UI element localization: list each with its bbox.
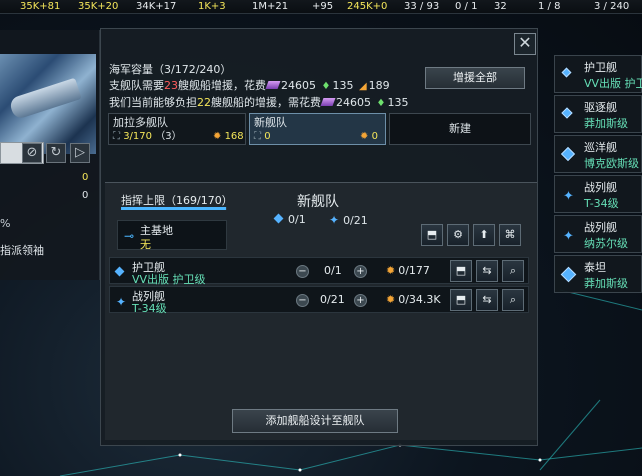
change-design-icon[interactable]: ⇆ <box>476 260 498 282</box>
ship-portrait <box>0 54 96 154</box>
percent-label: % <box>0 217 11 230</box>
design-list-item[interactable]: ✦ 战列舰 T-34级 <box>554 175 642 213</box>
design-list-item[interactable]: ✦ 战列舰 纳苏尔级 <box>554 215 642 253</box>
design-list-item[interactable]: 泰坦 莽加斯级 <box>554 255 642 293</box>
energy-icon: ♦ <box>376 98 386 109</box>
increase-button[interactable]: + <box>354 294 367 307</box>
design-row-battleship: ✦ 战列舰 T-34级 − 0/21 + ✹ 0/34.3K ⬒ ⇆ ⌕ <box>109 286 529 315</box>
design-list-item[interactable]: 护卫舰 VV出版 护卫 <box>554 55 642 93</box>
home-base-selector[interactable]: ⊸ 主基地 无 <box>117 220 227 251</box>
design-list-item[interactable]: 巡洋舰 博克欧斯级 <box>554 135 642 173</box>
move-icon[interactable]: ▷ <box>70 143 90 163</box>
resource-minerals[interactable]: 35K+20 <box>78 1 118 13</box>
view-design-icon[interactable]: ⌕ <box>502 289 524 311</box>
influence-icon: ◢ <box>358 81 367 92</box>
ship-count: 0 <box>82 172 89 183</box>
decrease-button[interactable]: − <box>296 294 309 307</box>
add-design-button[interactable]: 添加舰船设计至舰队 <box>232 409 398 433</box>
fleet-manager-window: ✕ 海军容量（3/172/240） 支舰队需要23艘舰船增援，花费 24605 ♦… <box>100 28 538 446</box>
reinforce-all-button[interactable]: 增援全部 <box>425 67 525 89</box>
resource-food[interactable]: 34K+17 <box>136 1 176 13</box>
command-limit-bar <box>121 207 227 210</box>
fleet-template-icon[interactable]: ⌘ <box>499 224 521 246</box>
affordable-line: 我们当前能够负担22艘舰船的增援，需花费 24605 ♦ 135 <box>109 95 519 112</box>
resource-planets[interactable]: 32 <box>494 1 507 13</box>
energy-icon: ♦ <box>321 81 331 92</box>
battleship-class-icon: ✦ <box>116 295 127 309</box>
command-limit: 指挥上限（169/170） <box>121 194 233 207</box>
ship-zero: 0 <box>82 190 89 201</box>
alloys-icon <box>265 81 281 89</box>
escort-class-icon <box>114 266 125 279</box>
upgrade-fleet-icon[interactable]: ⬒ <box>421 224 443 246</box>
new-fleet-button[interactable]: 新建 <box>389 113 531 145</box>
resource-consumer-goods[interactable]: 1K+3 <box>198 1 226 13</box>
reset-icon[interactable]: ↻ <box>46 143 66 163</box>
resource-pops[interactable]: 3 / 240 <box>594 1 629 13</box>
resource-alloys[interactable]: 1M+21 <box>252 1 288 13</box>
design-row-escort: 护卫舰 VV出版 护卫级 − 0/1 + ✹ 0/177 ⬒ ⇆ ⌕ <box>109 257 529 286</box>
assign-leader-button[interactable]: 指派领袖 <box>0 242 44 258</box>
view-design-icon[interactable]: ⌕ <box>502 260 524 282</box>
fleet-info-panel: ⊘ ↻ ▷ 0 0 % 指派领袖 <box>0 30 100 280</box>
increase-button[interactable]: + <box>354 265 367 278</box>
upgrade-design-icon[interactable]: ⬒ <box>450 289 472 311</box>
resource-unity[interactable]: 245K+0 <box>347 1 387 13</box>
upload-design-icon[interactable]: ⬆ <box>473 224 495 246</box>
auto-design-icon[interactable]: ⚙ <box>447 224 469 246</box>
resource-energy[interactable]: 35K+81 <box>20 1 60 13</box>
resource-bar: 35K+81 35K+20 34K+17 1K+3 1M+21 +95 245K… <box>0 0 642 14</box>
disband-icon[interactable]: ⊘ <box>22 143 42 163</box>
battleship-count: ✦ 0/21 <box>329 213 368 227</box>
fleet-tab-galado[interactable]: 加拉多舰队 ⛶ 3/170 （3） ✹ 168 <box>108 113 246 145</box>
design-list-item[interactable]: 驱逐舰 莽加斯级 <box>554 95 642 133</box>
change-design-icon[interactable]: ⇆ <box>476 289 498 311</box>
fleet-tabs: 加拉多舰队 ⛶ 3/170 （3） ✹ 168 新舰队 ⛶ 0 ✹ 0 新建 <box>108 113 532 145</box>
resource-starbases[interactable]: 0 / 1 <box>455 1 477 13</box>
fleet-tab-new[interactable]: 新舰队 ⛶ 0 ✹ 0 <box>249 113 386 145</box>
resource-systems[interactable]: 1 / 8 <box>538 1 560 13</box>
close-button[interactable]: ✕ <box>514 33 536 55</box>
escort-icon <box>273 213 284 224</box>
escort-count: 0/1 <box>273 213 306 226</box>
decrease-button[interactable]: − <box>296 265 309 278</box>
base-icon: ⊸ <box>124 229 135 243</box>
resource-influence[interactable]: +95 <box>312 1 333 13</box>
ship-design-list: 护卫舰 VV出版 护卫 驱逐舰 莽加斯级 巡洋舰 博克欧斯级 ✦ 战列舰 T-34级 ✦ 战… <box>554 55 642 293</box>
fleet-title: 新舰队 <box>297 194 339 210</box>
battleship-icon: ✦ <box>329 213 340 227</box>
resource-naval-capacity[interactable]: 33 / 93 <box>404 1 439 13</box>
fleet-detail: 指挥上限（169/170） 新舰队 0/1 ✦ 0/21 ⊸ 主基地 无 ⬒ ⚙ … <box>105 182 537 440</box>
alloys-icon <box>320 98 336 106</box>
upgrade-design-icon[interactable]: ⬒ <box>450 260 472 282</box>
